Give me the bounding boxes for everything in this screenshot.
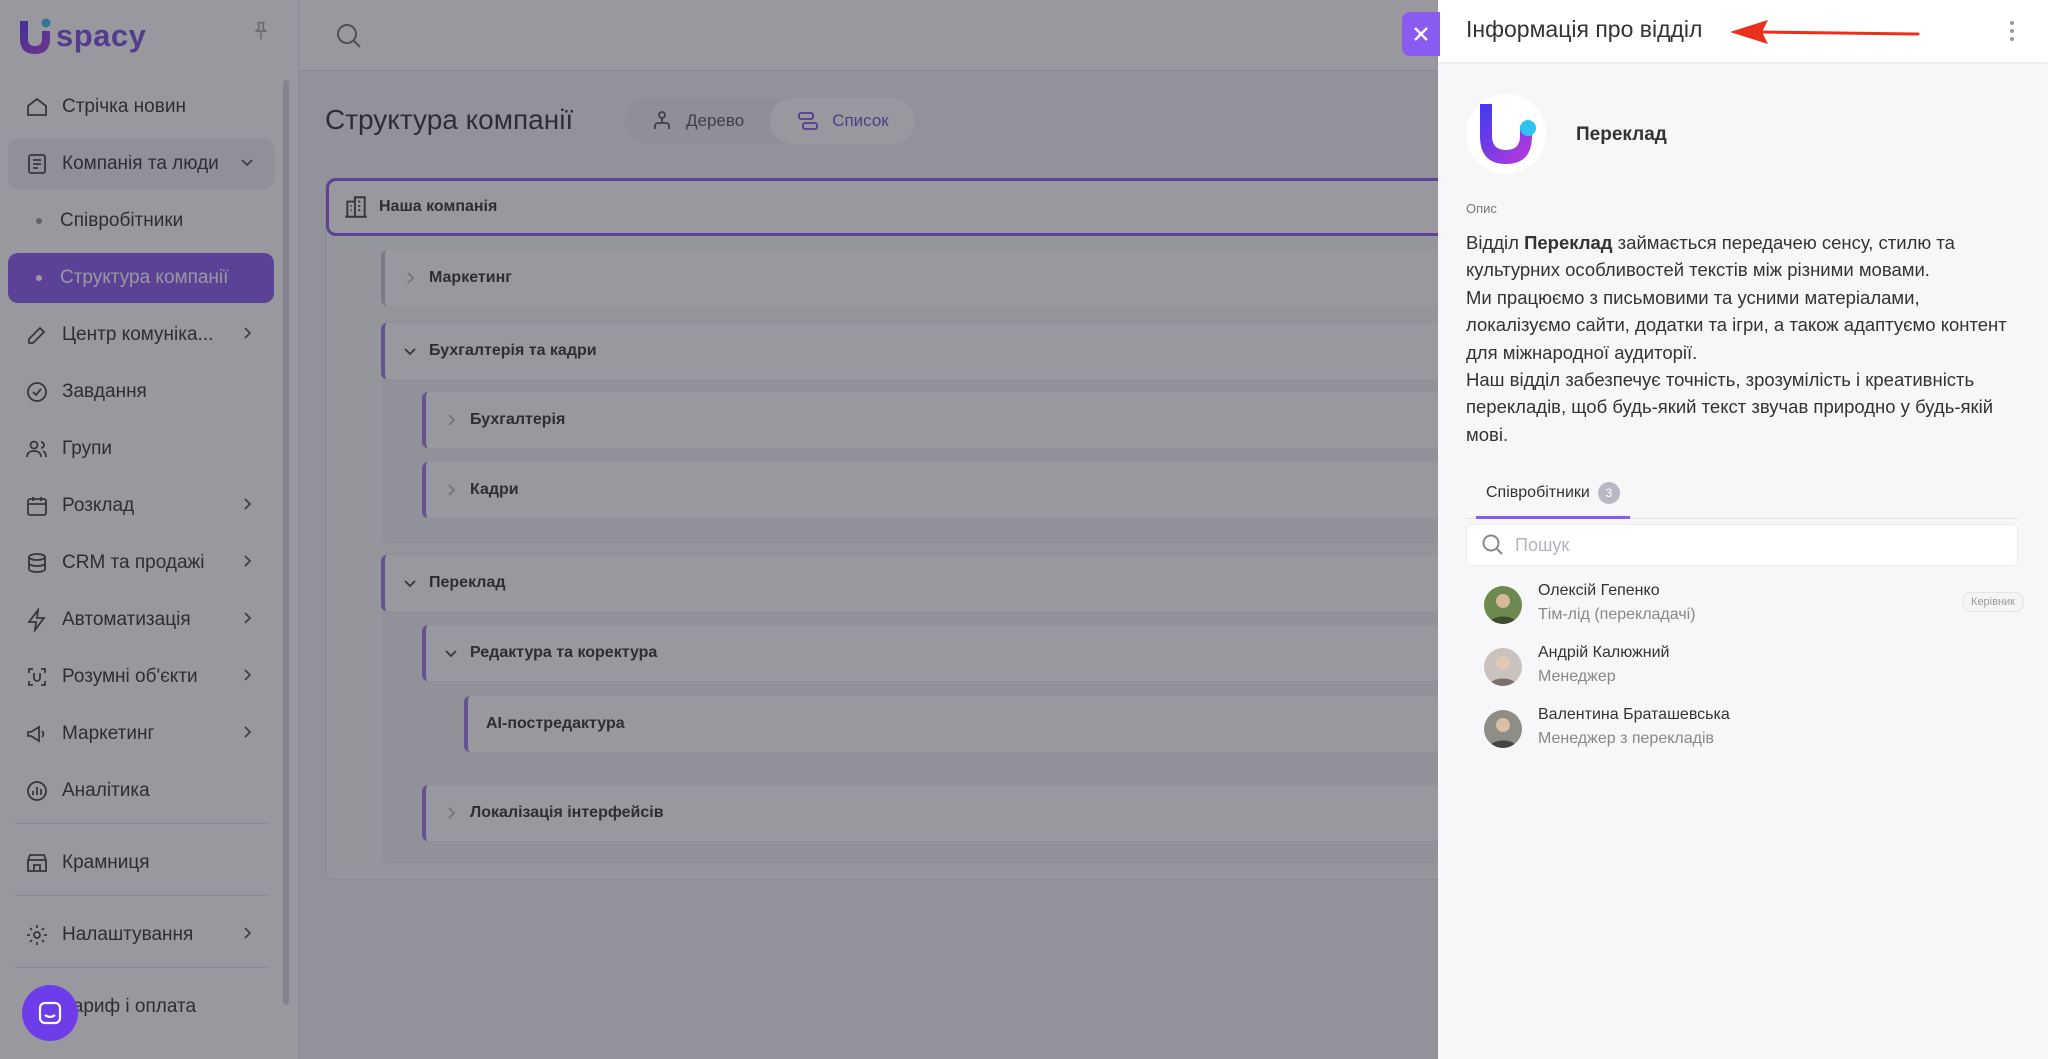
avatar [1484, 586, 1522, 624]
description-bold: Переклад [1524, 232, 1613, 253]
tab-employees[interactable]: Співробітники 3 [1476, 470, 1630, 519]
search-icon [1482, 534, 1503, 555]
support-chat-button[interactable] [22, 985, 78, 1041]
manager-badge: Керівник [1962, 592, 2024, 612]
employee-name: Олексій Гепенко [1538, 582, 1660, 599]
avatar [1484, 648, 1522, 686]
description-text: Ми працюємо з письмовими та усними матер… [1466, 286, 2007, 363]
department-name: Переклад [1576, 124, 1667, 145]
employee-item[interactable]: Валентина Браташевська Менеджер з перекл… [1484, 700, 2024, 756]
employee-item[interactable]: Олексій Гепенко Тім-лід (перекладачі) Ке… [1484, 576, 2024, 632]
panel-title: Інформація про відділ [1466, 16, 1703, 42]
chat-icon [38, 1001, 62, 1025]
panel-tabs: Співробітники 3 [1466, 470, 2018, 519]
department-logo-icon [1466, 94, 1546, 174]
employee-item[interactable]: Андрій Калюжний Менеджер [1484, 638, 2024, 694]
department-info-panel: Інформація про відділ Переклад Опис Відд… [1438, 0, 2048, 1059]
more-options-icon[interactable] [2002, 18, 2022, 44]
employee-name: Валентина Браташевська [1538, 706, 1730, 723]
modal-backdrop[interactable] [0, 0, 1438, 1059]
close-icon [1414, 27, 1428, 41]
employee-role: Тім-лід (перекладачі) [1538, 606, 1696, 623]
avatar [1484, 710, 1522, 748]
employee-name: Андрій Калюжний [1538, 644, 1670, 661]
description-text: Відділ [1466, 232, 1525, 253]
red-arrow-annotation [1730, 20, 1920, 44]
description-label: Опис [1466, 201, 1497, 216]
employee-role: Менеджер з перекладів [1538, 730, 1715, 747]
search-input[interactable] [1513, 533, 1997, 557]
close-panel-button[interactable] [1402, 12, 1440, 56]
description-text: Наш відділ забезпечує точність, зрозуміл… [1466, 369, 1994, 445]
employee-search [1466, 524, 2018, 566]
department-description: Відділ Переклад займається передачею сен… [1466, 229, 2018, 448]
employee-role: Менеджер [1538, 668, 1616, 685]
count-badge: 3 [1597, 482, 1620, 504]
panel-header: Інформація про відділ [1438, 0, 2048, 62]
tab-label: Співробітники [1486, 484, 1590, 501]
